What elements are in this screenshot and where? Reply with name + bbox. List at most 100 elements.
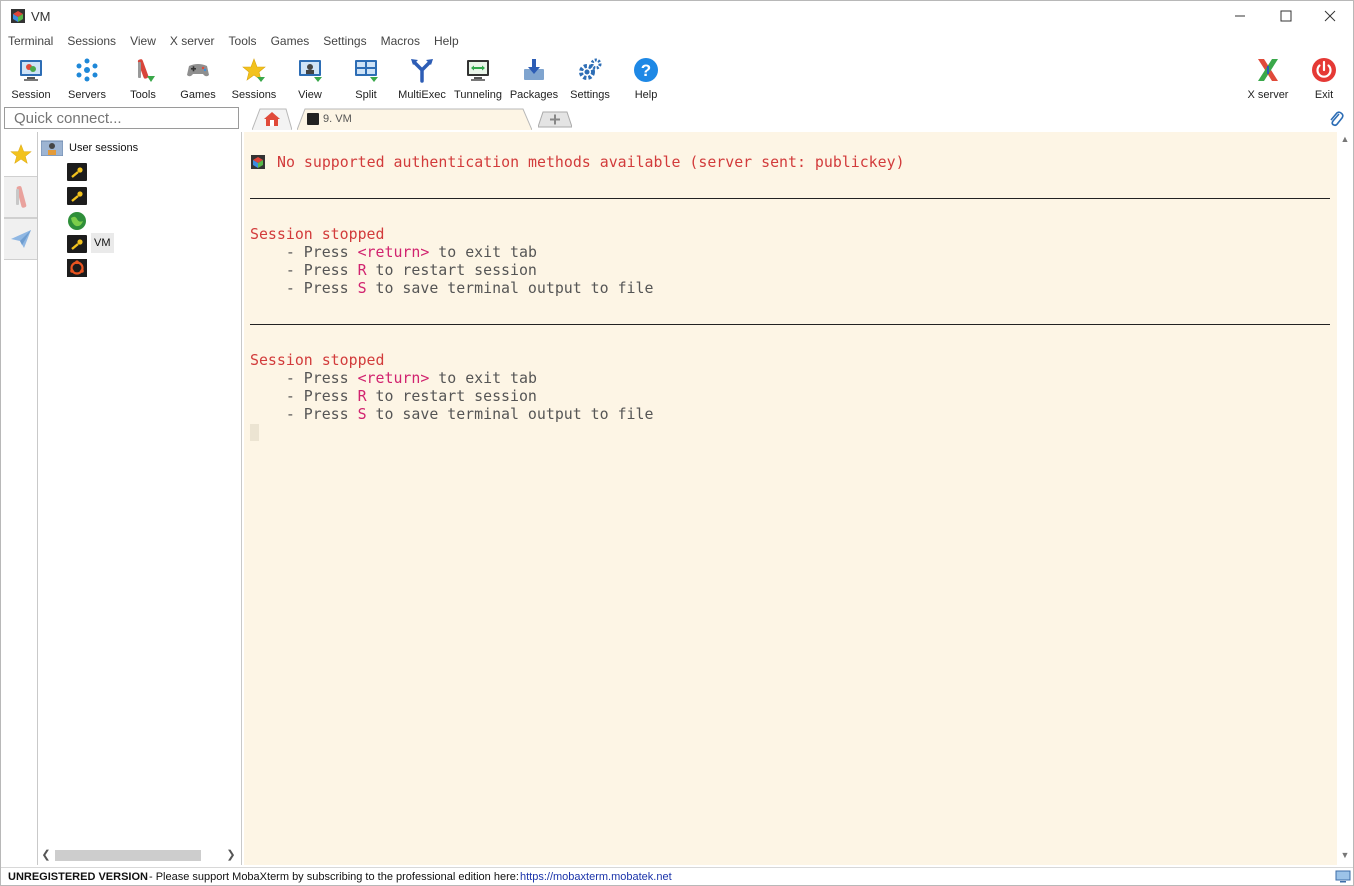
auth-error-line: No supported authentication methods avai… <box>277 153 905 171</box>
tree-item-label[interactable]: VM <box>91 233 114 253</box>
gamepad-icon <box>187 64 209 77</box>
globe-icon <box>68 212 86 230</box>
menu-xserver[interactable]: X server <box>163 31 222 51</box>
maximize-icon <box>1280 10 1292 22</box>
split-button[interactable]: Split <box>338 54 394 102</box>
quick-connect-input[interactable] <box>4 107 239 129</box>
session-tree: User sessions VM ❮ ❯ <box>38 132 242 865</box>
session-stopped-heading: Session stopped <box>250 225 385 243</box>
star-icon <box>9 143 32 164</box>
tools-button[interactable]: Tools <box>115 54 171 102</box>
close-icon <box>1324 10 1336 22</box>
key-icon <box>67 163 87 181</box>
separator <box>250 324 1330 325</box>
tree-item[interactable] <box>67 163 87 181</box>
mobatek-link[interactable]: https://mobaxterm.mobatek.net <box>520 868 672 885</box>
multiexec-icon <box>411 59 433 83</box>
new-tab-button[interactable] <box>538 110 572 128</box>
tree-item-vm[interactable] <box>67 235 87 253</box>
unregistered-label: UNREGISTERED VERSION <box>8 871 148 883</box>
scroll-up-icon[interactable]: ▲ <box>1337 134 1353 148</box>
menu-help[interactable]: Help <box>427 31 466 51</box>
tools-icon <box>15 186 26 208</box>
maximize-button[interactable] <box>1263 1 1309 31</box>
scrollbar-thumb[interactable] <box>55 850 201 861</box>
view-button[interactable]: View <box>282 54 338 102</box>
hint-save-line: - Press S to save terminal output to fil… <box>250 405 654 423</box>
packages-button-label: Packages <box>509 89 559 101</box>
help-button[interactable]: ? Help <box>618 54 674 102</box>
tab-vm-label: 9. VM <box>323 113 352 125</box>
paper-plane-icon <box>10 230 31 248</box>
mobaxterm-logo-icon <box>11 9 25 23</box>
tunneling-button[interactable]: Tunneling <box>450 54 506 102</box>
servers-icon <box>76 58 98 82</box>
star-icon <box>242 58 266 82</box>
minimize-button[interactable] <box>1217 1 1263 31</box>
paperclip-icon[interactable] <box>1327 110 1345 128</box>
menu-terminal[interactable]: Terminal <box>1 31 60 51</box>
app-window: VM Terminal Sessions View X server Tools… <box>0 0 1354 886</box>
tree-horizontal-scrollbar[interactable]: ❮ ❯ <box>38 847 241 864</box>
xserver-button[interactable]: X server <box>1240 54 1296 102</box>
session-button-label: Session <box>11 89 51 101</box>
tree-root-user-sessions[interactable]: User sessions <box>41 139 138 157</box>
scroll-down-icon[interactable]: ▼ <box>1337 850 1353 864</box>
servers-button[interactable]: Servers <box>59 54 115 102</box>
tools-button-label: Tools <box>130 89 156 101</box>
games-button-label: Games <box>180 89 216 101</box>
terminal-output[interactable]: No supported authentication methods avai… <box>244 132 1337 865</box>
session-stopped-heading: Session stopped <box>250 351 385 369</box>
svg-text:?: ? <box>641 61 651 80</box>
menu-view[interactable]: View <box>123 31 163 51</box>
split-button-label: Split <box>355 89 377 101</box>
sessions-button[interactable]: Sessions <box>226 54 282 102</box>
user-folder-icon <box>41 140 63 156</box>
help-icon: ? <box>634 58 658 82</box>
packages-button[interactable]: Packages <box>506 54 562 102</box>
tree-item[interactable] <box>67 211 87 230</box>
sidebar-tab-macros[interactable] <box>4 218 37 260</box>
toolbar: Session Servers Tools Games Sessions Vie… <box>1 52 1353 105</box>
hint-save-line: - Press S to save terminal output to fil… <box>250 279 654 297</box>
tab-bar: 9. VM <box>242 107 1353 131</box>
servers-button-label: Servers <box>68 89 106 101</box>
window-title: VM <box>31 9 51 24</box>
tree-item[interactable] <box>67 259 87 277</box>
power-icon <box>1312 58 1336 82</box>
packages-icon <box>524 59 544 80</box>
exit-button[interactable]: Exit <box>1296 54 1352 102</box>
menu-sessions[interactable]: Sessions <box>60 31 123 51</box>
mobaxterm-logo-icon <box>251 155 265 169</box>
sidebar-tab-sessions[interactable] <box>4 134 37 174</box>
menu-tools[interactable]: Tools <box>222 31 264 51</box>
hint-return-line: - Press <return> to exit tab <box>250 243 537 261</box>
menu-settings[interactable]: Settings <box>316 31 373 51</box>
xserver-icon <box>1258 59 1278 81</box>
view-button-label: View <box>298 89 322 101</box>
xserver-button-label: X server <box>1247 89 1289 101</box>
tree-item[interactable] <box>67 187 87 205</box>
hint-return-line: - Press <return> to exit tab <box>250 369 537 387</box>
session-button[interactable]: Session <box>3 54 59 102</box>
monitor-icon[interactable] <box>1335 870 1351 883</box>
games-button[interactable]: Games <box>170 54 226 102</box>
menu-games[interactable]: Games <box>264 31 317 51</box>
help-button-label: Help <box>634 89 658 101</box>
title-bar: VM <box>1 1 1353 31</box>
support-message: - Please support MobaXterm by subscribin… <box>149 871 519 883</box>
key-icon <box>67 235 87 253</box>
sidebar-tab-tools[interactable] <box>4 176 37 218</box>
ubuntu-icon <box>67 259 87 277</box>
scroll-left-icon[interactable]: ❮ <box>38 847 54 864</box>
menu-macros[interactable]: Macros <box>374 31 427 51</box>
scroll-right-icon[interactable]: ❯ <box>223 847 239 864</box>
terminal-vertical-scrollbar[interactable]: ▲ ▼ <box>1337 132 1353 865</box>
settings-button-label: Settings <box>570 89 610 101</box>
home-tab[interactable] <box>252 108 292 130</box>
split-icon <box>355 60 378 82</box>
tab-vm[interactable]: 9. VM <box>297 108 532 130</box>
close-button[interactable] <box>1307 1 1353 31</box>
settings-button[interactable]: Settings <box>562 54 618 102</box>
multiexec-button[interactable]: MultiExec <box>394 54 450 102</box>
